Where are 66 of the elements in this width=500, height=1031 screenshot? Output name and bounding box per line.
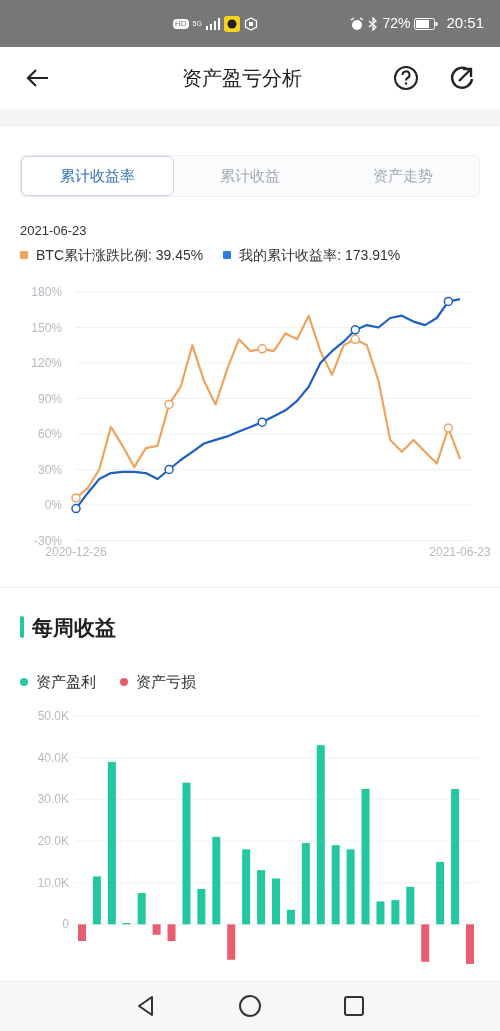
axis-label: 0	[62, 916, 69, 931]
point	[350, 324, 361, 335]
axis-label: 90%	[37, 391, 62, 405]
bar	[391, 899, 400, 924]
bar	[406, 886, 415, 924]
point	[164, 399, 174, 409]
hd-indicator: HD	[173, 18, 189, 29]
curved-arrow-button[interactable]	[448, 64, 476, 92]
battery-percent: 72%	[382, 14, 411, 33]
axis-label: 10.0K	[37, 875, 69, 890]
clock: 20:51	[446, 13, 484, 34]
alarm-icon	[350, 16, 365, 31]
tab[interactable]: 资产走势	[326, 156, 479, 196]
bar	[272, 878, 280, 924]
bar	[197, 888, 206, 924]
legend-label: 资产亏损	[136, 672, 196, 692]
point	[257, 343, 267, 354]
axis-label: 60%	[37, 426, 62, 441]
point	[257, 416, 267, 427]
point	[443, 296, 454, 306]
point	[71, 503, 81, 513]
bar	[152, 923, 161, 935]
axis-label: 120%	[31, 355, 62, 370]
point	[443, 422, 454, 433]
tab[interactable]: 累计收益率	[21, 156, 174, 196]
axis-label: -30%	[34, 533, 62, 547]
bar	[257, 869, 266, 924]
bar	[92, 875, 101, 924]
tab[interactable]: 累计收益	[173, 156, 327, 196]
axis-label: 30.0K	[37, 791, 69, 806]
section-title: 每周收益	[32, 614, 116, 641]
bar	[286, 909, 295, 924]
bar	[376, 900, 385, 924]
home-nav-button[interactable]	[238, 993, 262, 1018]
bar	[137, 892, 146, 924]
bar	[78, 923, 86, 941]
legend-label: BTC累计涨跌比例: 39.45%	[36, 245, 204, 265]
bar	[466, 923, 474, 964]
axis-label: 20.0K	[37, 833, 69, 848]
app-icon	[223, 15, 240, 32]
hexagon-icon	[243, 16, 258, 31]
axis-label: 2021-06-23	[429, 544, 491, 559]
bar	[227, 923, 236, 960]
legend-label: 资产盈利	[36, 672, 96, 692]
recents-nav-button[interactable]	[342, 993, 366, 1018]
help-button[interactable]	[392, 64, 420, 92]
page-title: 资产盈亏分析	[181, 66, 303, 91]
axis-label: 30%	[37, 462, 62, 476]
bar	[167, 923, 176, 941]
point	[164, 464, 174, 474]
point	[350, 334, 361, 344]
bar	[436, 861, 445, 924]
axis-label: 150%	[31, 320, 62, 334]
section-marker	[20, 616, 24, 639]
axis-label: 2020-12-26	[45, 544, 107, 559]
battery-icon	[414, 17, 439, 30]
date-label: 2021-06-23	[20, 222, 88, 240]
signal-icon	[205, 17, 220, 30]
axis-label: 40.0K	[37, 750, 69, 765]
bar	[421, 923, 430, 962]
point	[71, 492, 81, 503]
axis-label: 180%	[31, 284, 62, 299]
axis-label: 0%	[44, 497, 62, 512]
axis-label: 50.0K	[37, 708, 69, 723]
legend-label: 我的累计收益率: 173.91%	[239, 245, 401, 265]
bluetooth-icon	[368, 16, 379, 31]
